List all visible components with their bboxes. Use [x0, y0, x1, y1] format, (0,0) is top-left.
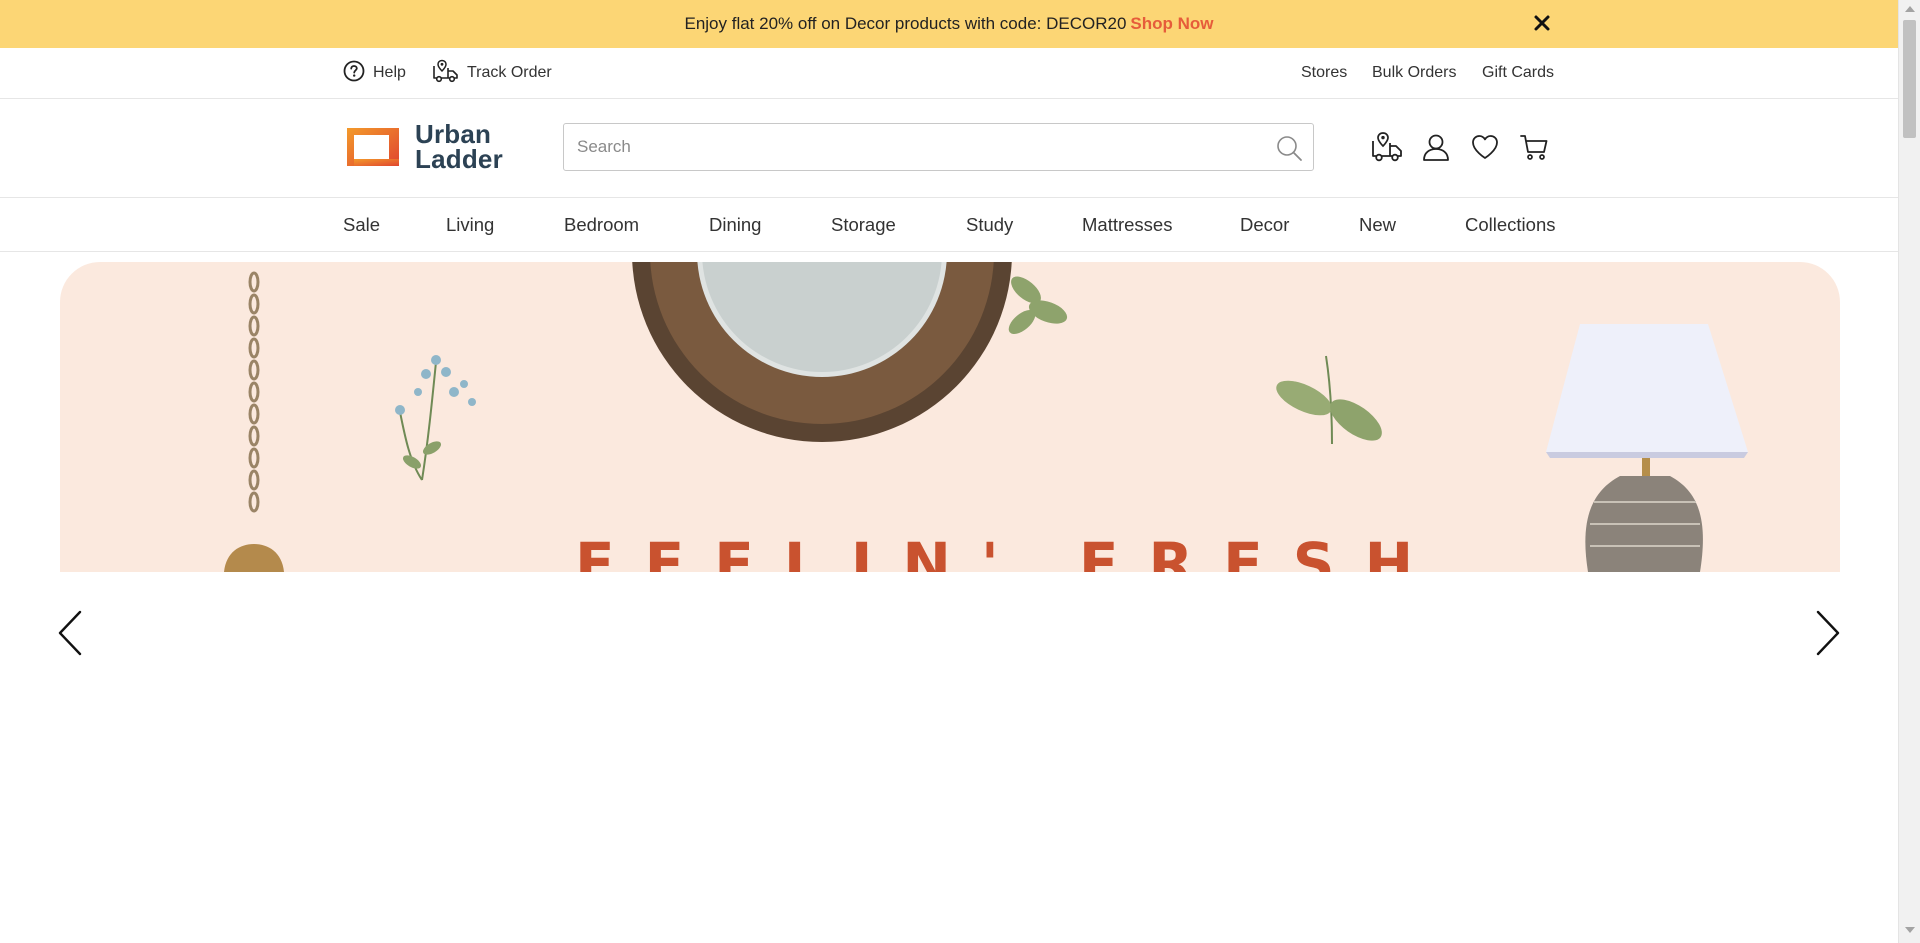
hanging-chain: [248, 271, 260, 513]
search-icon[interactable]: [1275, 134, 1303, 167]
nav-item-living[interactable]: Living: [446, 198, 494, 251]
nav-item-mattresses[interactable]: Mattresses: [1082, 198, 1172, 251]
chevron-right-icon[interactable]: [1808, 608, 1848, 658]
nav-item-collections[interactable]: Collections: [1465, 198, 1556, 251]
promo-banner: Enjoy flat 20% off on Decor products wit…: [0, 0, 1898, 48]
utility-bar: Help Track Order Stores Bulk Orders Gift…: [0, 48, 1898, 99]
hero-illustration: [224, 262, 1748, 572]
stores-label: Stores: [1301, 64, 1348, 81]
nav-item-decor[interactable]: Decor: [1240, 198, 1289, 251]
main-header: Urban Ladder: [0, 99, 1898, 198]
track-order-link[interactable]: Track Order: [432, 48, 552, 98]
nav-item-storage[interactable]: Storage: [831, 198, 896, 251]
round-mirror: [632, 262, 1012, 442]
cart-icon[interactable]: [1516, 129, 1552, 165]
search-input[interactable]: [564, 124, 1244, 170]
user-account-icon[interactable]: [1418, 129, 1454, 165]
logo-text-line2: Ladder: [415, 144, 503, 174]
promo-message: Enjoy flat 20% off on Decor products wit…: [684, 14, 1127, 33]
wishlist-heart-icon[interactable]: [1467, 129, 1503, 165]
nav-item-bedroom[interactable]: Bedroom: [564, 198, 639, 251]
gift-cards-label: Gift Cards: [1482, 64, 1555, 81]
nav-item-dining[interactable]: Dining: [709, 198, 761, 251]
search-box: [563, 123, 1314, 171]
scrollbar-thumb[interactable]: [1903, 20, 1916, 138]
category-nav: Sale Living Bedroom Dining Storage Study…: [0, 198, 1898, 252]
bulk-orders-label: Bulk Orders: [1372, 64, 1457, 81]
close-icon[interactable]: [1530, 11, 1554, 35]
urban-ladder-logo[interactable]: Urban Ladder: [343, 121, 508, 173]
track-order-label: Track Order: [467, 64, 552, 81]
chevron-left-icon[interactable]: [50, 608, 90, 658]
nav-item-sale[interactable]: Sale: [343, 198, 380, 251]
page-scrollbar[interactable]: [1898, 0, 1920, 943]
delivery-truck-icon: [432, 59, 467, 88]
bulk-orders-link[interactable]: Bulk Orders: [1372, 48, 1456, 98]
scroll-up-arrow-icon[interactable]: [1905, 6, 1915, 12]
help-label: Help: [373, 64, 406, 81]
scroll-down-arrow-icon[interactable]: [1905, 927, 1915, 933]
leaf-sprig-right: [1276, 355, 1382, 445]
nav-item-new[interactable]: New: [1359, 198, 1396, 251]
stores-link[interactable]: Stores: [1301, 48, 1347, 98]
shop-now-link[interactable]: Shop Now: [1130, 14, 1213, 34]
leaf-sprig-mirror: [1008, 276, 1068, 334]
logo-text: Urban Ladder: [415, 121, 503, 174]
nav-item-study[interactable]: Study: [966, 198, 1013, 251]
hero-headline: FEELIN' FRESH: [575, 530, 1444, 572]
gift-cards-link[interactable]: Gift Cards: [1482, 48, 1554, 98]
logo-mark-icon: [343, 124, 403, 170]
help-link[interactable]: Help: [343, 48, 406, 98]
hero-banner[interactable]: FEELIN' FRESH: [60, 262, 1840, 572]
store-locator-truck-icon[interactable]: [1369, 129, 1405, 165]
help-circle-icon: [343, 60, 373, 87]
table-lamp: [1546, 324, 1748, 572]
page: Enjoy flat 20% off on Decor products wit…: [0, 0, 1898, 943]
flower-sprig-left: [395, 355, 476, 481]
